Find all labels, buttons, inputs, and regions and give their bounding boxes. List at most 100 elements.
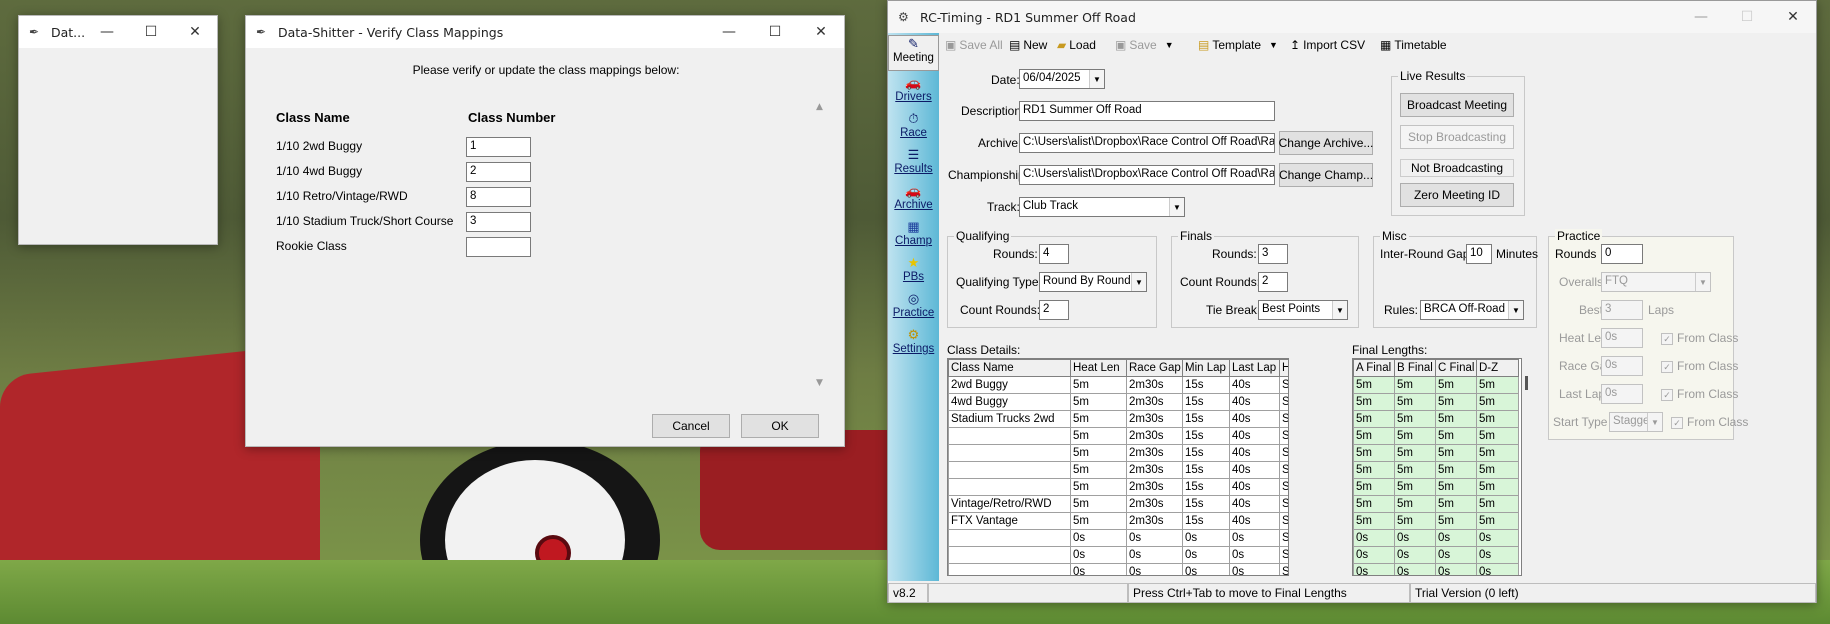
template-button[interactable]: ▤ Template ▼ xyxy=(1198,34,1278,56)
final-cell[interactable]: 0s xyxy=(1394,563,1436,575)
class-cell[interactable]: 40s xyxy=(1229,495,1280,513)
nav-practice[interactable]: ◎ Practice xyxy=(888,291,939,319)
final-row[interactable]: 5m 5m 5m 5m xyxy=(1353,393,1519,411)
best-laps-input[interactable]: 3 xyxy=(1601,300,1643,320)
final-row[interactable]: 0s 0s 0s 0s xyxy=(1353,563,1519,575)
class-cell[interactable]: 0s xyxy=(1229,563,1280,575)
class-cell[interactable]: 0s xyxy=(1182,563,1230,575)
class-cell[interactable]: Stagger xyxy=(1279,444,1288,462)
final-cell[interactable]: 5m xyxy=(1476,393,1519,411)
class-cell[interactable]: 0s xyxy=(1229,546,1280,564)
class-details-grid[interactable]: Class Name Heat Len Race Gap Min Lap Last La… xyxy=(947,358,1289,576)
class-cell[interactable]: 2m30s xyxy=(1126,393,1183,411)
class-cell[interactable]: 40s xyxy=(1229,512,1280,530)
mapping-number-input[interactable]: 2 xyxy=(466,162,531,182)
nav-settings[interactable]: ⚙ Settings xyxy=(888,327,939,355)
mapping-number-input[interactable]: 1 xyxy=(466,137,531,157)
class-cell[interactable]: 0s xyxy=(1182,546,1230,564)
final-cell[interactable]: 5m xyxy=(1353,478,1395,496)
class-cell[interactable]: 0s xyxy=(1229,529,1280,547)
final-row[interactable]: 5m 5m 5m 5m xyxy=(1353,512,1519,530)
class-cell[interactable]: 5m xyxy=(1070,410,1127,428)
class-cell[interactable]: 5m xyxy=(1070,444,1127,462)
class-cell[interactable]: 15s xyxy=(1182,376,1230,394)
final-col-header[interactable]: C Final xyxy=(1435,359,1477,377)
final-row[interactable]: 5m 5m 5m 5m xyxy=(1353,495,1519,513)
final-cell[interactable]: 5m xyxy=(1394,393,1436,411)
class-cell[interactable]: 15s xyxy=(1182,393,1230,411)
class-row[interactable]: 0s0s0s0sStagger xyxy=(948,529,1288,547)
class-cell[interactable] xyxy=(948,427,1071,445)
final-cell[interactable]: 5m xyxy=(1435,376,1477,394)
class-cell[interactable]: 0s xyxy=(1070,563,1127,575)
class-cell[interactable]: 15s xyxy=(1182,444,1230,462)
new-button[interactable]: ▤ New xyxy=(1009,34,1047,56)
final-cell[interactable]: 0s xyxy=(1476,546,1519,564)
final-cell[interactable]: 5m xyxy=(1435,512,1477,530)
save-button[interactable]: ▣ Save ▼ xyxy=(1115,34,1174,56)
final-cell[interactable]: 0s xyxy=(1394,546,1436,564)
save-all-button[interactable]: ▣ Save All xyxy=(945,34,1003,56)
final-cell[interactable]: 5m xyxy=(1353,495,1395,513)
final-cell[interactable]: 5m xyxy=(1435,427,1477,445)
practice-last-lap-input[interactable]: 0s xyxy=(1601,384,1643,404)
from-class-checkbox[interactable]: ✓ From Class xyxy=(1661,387,1738,401)
final-cell[interactable]: 5m xyxy=(1476,512,1519,530)
class-cell[interactable]: Vintage/Retro/RWD xyxy=(948,495,1071,513)
class-cell[interactable]: 0s xyxy=(1070,529,1127,547)
practice-gap-input[interactable]: 0s xyxy=(1601,356,1643,376)
load-button[interactable]: ▰ Load xyxy=(1057,34,1096,56)
description-input[interactable]: RD1 Summer Off Road xyxy=(1019,101,1275,121)
class-cell[interactable]: 2m30s xyxy=(1126,410,1183,428)
stop-broadcasting-button[interactable]: Stop Broadcasting xyxy=(1400,125,1514,149)
maximize-button[interactable]: ☐ xyxy=(129,16,173,48)
rules-select[interactable]: BRCA Off-Road ▼ xyxy=(1420,300,1524,320)
broadcast-meeting-button[interactable]: Broadcast Meeting xyxy=(1400,93,1514,117)
class-cell[interactable]: 5m xyxy=(1070,393,1127,411)
minimize-button[interactable]: — xyxy=(85,16,129,48)
class-cell[interactable]: FTX Vantage xyxy=(948,512,1071,530)
final-cell[interactable]: 5m xyxy=(1435,461,1477,479)
final-col-header[interactable]: A Final xyxy=(1353,359,1395,377)
class-col-header[interactable]: Race Gap xyxy=(1126,359,1183,377)
chevron-down-icon[interactable]: ▼ xyxy=(1089,70,1104,88)
nav-race[interactable]: ⏱ Race xyxy=(888,111,939,139)
class-cell[interactable]: 40s xyxy=(1229,410,1280,428)
class-row[interactable]: 5m2m30s15s40sStagger xyxy=(948,461,1288,479)
final-row[interactable]: 5m 5m 5m 5m xyxy=(1353,376,1519,394)
final-cell[interactable]: 5m xyxy=(1353,461,1395,479)
class-cell[interactable]: 5m xyxy=(1070,461,1127,479)
practice-rounds-input[interactable]: 0 xyxy=(1601,244,1643,264)
close-button[interactable]: ✕ xyxy=(173,16,217,48)
class-cell[interactable]: 40s xyxy=(1229,478,1280,496)
final-cell[interactable]: 0s xyxy=(1476,563,1519,575)
final-cell[interactable]: 5m xyxy=(1394,512,1436,530)
class-cell[interactable]: 15s xyxy=(1182,478,1230,496)
inter-round-gap-input[interactable]: 10 xyxy=(1466,244,1492,264)
final-cell[interactable]: 0s xyxy=(1435,529,1477,547)
class-row[interactable]: FTX Vantage5m2m30s15s40sStagger xyxy=(948,512,1288,530)
chevron-down-icon[interactable]: ▼ xyxy=(1508,301,1523,319)
class-cell[interactable]: Stadium Trucks 2wd xyxy=(948,410,1071,428)
final-cell[interactable]: 5m xyxy=(1353,444,1395,462)
nav-drivers[interactable]: 🚗 Drivers xyxy=(888,75,939,103)
final-cell[interactable]: 5m xyxy=(1476,427,1519,445)
dialog-titlebar[interactable]: ✒ Data-Shitter - Verify Class Mappings —… xyxy=(246,16,844,48)
final-cell[interactable]: 0s xyxy=(1435,546,1477,564)
final-cell[interactable]: 5m xyxy=(1476,495,1519,513)
final-cell[interactable]: 5m xyxy=(1476,478,1519,496)
class-col-header[interactable]: Min Lap xyxy=(1182,359,1230,377)
minimize-button[interactable]: — xyxy=(706,16,752,48)
class-cell[interactable]: 2wd Buggy xyxy=(948,376,1071,394)
final-cell[interactable]: 0s xyxy=(1353,546,1395,564)
class-cell[interactable]: Stagger xyxy=(1279,512,1288,530)
zero-meeting-id-button[interactable]: Zero Meeting ID xyxy=(1400,183,1514,207)
final-col-header[interactable]: D-Z xyxy=(1476,359,1519,377)
ok-button[interactable]: OK xyxy=(741,414,819,438)
class-cell[interactable]: Stagger xyxy=(1279,478,1288,496)
practice-heat-input[interactable]: 0s xyxy=(1601,328,1643,348)
final-cell[interactable]: 5m xyxy=(1394,461,1436,479)
finals-count-input[interactable]: 2 xyxy=(1258,272,1288,292)
final-row[interactable]: 0s 0s 0s 0s xyxy=(1353,546,1519,564)
chevron-down-icon[interactable]: ▼ xyxy=(1131,273,1146,291)
